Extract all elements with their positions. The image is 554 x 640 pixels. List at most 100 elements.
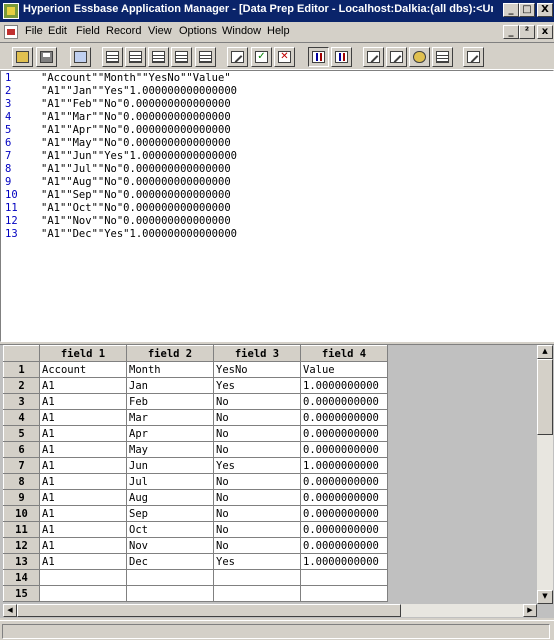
column-header-field-4[interactable]: field 4	[300, 345, 388, 362]
save-file-button[interactable]	[36, 47, 57, 67]
join-fields-button[interactable]	[331, 47, 352, 67]
data-view-button[interactable]	[171, 47, 192, 67]
grid-cell[interactable]: Value	[300, 361, 388, 378]
grid-cell[interactable]: A1	[39, 521, 127, 538]
grid-cell[interactable]: A1	[39, 473, 127, 490]
grid-cell[interactable]: No	[213, 489, 301, 506]
grid-cell[interactable]: No	[213, 521, 301, 538]
grid-cell[interactable]	[213, 569, 301, 586]
grid-cell[interactable]: 0.0000000000	[300, 425, 388, 442]
document-icon[interactable]	[4, 25, 18, 39]
mdi-restore-button[interactable]: ²	[519, 25, 535, 39]
grid-cell[interactable]: Yes	[213, 457, 301, 474]
grid-cell[interactable]: No	[213, 441, 301, 458]
menu-options[interactable]: Options	[179, 25, 217, 37]
replace-button[interactable]	[386, 47, 407, 67]
grid-cell[interactable]	[39, 569, 127, 586]
grid-cell[interactable]: Jan	[126, 377, 214, 394]
mdi-minimize-button[interactable]: _	[503, 25, 519, 39]
row-header[interactable]: 5	[3, 425, 40, 442]
grid-cell[interactable]: 0.0000000000	[300, 521, 388, 538]
text-pane[interactable]: 1 "Account""Month""YesNo""Value" 2 "A1""Ja…	[0, 70, 554, 342]
grid-cell[interactable]: Dec	[126, 553, 214, 570]
row-header[interactable]: 8	[3, 473, 40, 490]
grid-cell[interactable]: 0.0000000000	[300, 441, 388, 458]
field-view-button[interactable]	[125, 47, 146, 67]
mdi-close-button[interactable]: x	[537, 25, 553, 39]
row-header[interactable]: 11	[3, 521, 40, 538]
grid-cell[interactable]: 1.0000000000	[300, 377, 388, 394]
scroll-up-button[interactable]: ▲	[537, 345, 553, 359]
column-header-field-3[interactable]: field 3	[213, 345, 301, 362]
grid-cell[interactable]: Account	[39, 361, 127, 378]
grid-cell[interactable]: A1	[39, 553, 127, 570]
grid-cell[interactable]: 0.0000000000	[300, 505, 388, 522]
data-load-settings-button[interactable]	[432, 47, 453, 67]
grid-cell[interactable]: A1	[39, 377, 127, 394]
menu-view[interactable]: View	[148, 25, 172, 37]
grid-cell[interactable]: A1	[39, 505, 127, 522]
grid-cell[interactable]: No	[213, 409, 301, 426]
row-header[interactable]: 2	[3, 377, 40, 394]
menu-help[interactable]: Help	[267, 25, 290, 37]
grid-cell[interactable]: A1	[39, 441, 127, 458]
essbase-app-icon[interactable]	[3, 3, 19, 19]
menu-record[interactable]: Record	[106, 25, 141, 37]
grid-cell[interactable]: 1.0000000000	[300, 457, 388, 474]
row-header[interactable]: 3	[3, 393, 40, 410]
column-view-button[interactable]	[148, 47, 169, 67]
grid-cell[interactable]: A1	[39, 457, 127, 474]
grid-cell[interactable]	[300, 569, 388, 586]
grid-cell[interactable]: No	[213, 473, 301, 490]
row-header[interactable]: 9	[3, 489, 40, 506]
grid-cell[interactable]: A1	[39, 489, 127, 506]
grid-cell[interactable]	[126, 585, 214, 602]
grid-cell[interactable]	[300, 585, 388, 602]
maximize-button[interactable]: □	[519, 3, 535, 17]
grid-cell[interactable]: Apr	[126, 425, 214, 442]
grid-cell[interactable]: A1	[39, 409, 127, 426]
grid-corner[interactable]	[3, 345, 40, 362]
scroll-left-button[interactable]: ◀	[3, 604, 17, 617]
grid-cell[interactable]: YesNo	[213, 361, 301, 378]
row-header[interactable]: 6	[3, 441, 40, 458]
grid-cell[interactable]: Mar	[126, 409, 214, 426]
grid-cell[interactable]: 0.0000000000	[300, 473, 388, 490]
vertical-scroll-thumb[interactable]	[537, 359, 553, 435]
grid-cell[interactable]: Oct	[126, 521, 214, 538]
row-header[interactable]: 7	[3, 457, 40, 474]
grid-cell[interactable]	[213, 585, 301, 602]
grid-cell[interactable]: Jul	[126, 473, 214, 490]
grid-cell[interactable]: No	[213, 425, 301, 442]
grid-cell[interactable]: Feb	[126, 393, 214, 410]
grid-cell[interactable]: 1.0000000000	[300, 553, 388, 570]
edit-properties-button[interactable]	[227, 47, 248, 67]
grid-cell[interactable]: No	[213, 537, 301, 554]
dimension-build-button[interactable]	[70, 47, 91, 67]
column-header-field-1[interactable]: field 1	[39, 345, 127, 362]
row-header[interactable]: 15	[3, 585, 40, 602]
grid-cell[interactable]	[39, 585, 127, 602]
menu-window[interactable]: Window	[222, 25, 261, 37]
grid-cell[interactable]	[126, 569, 214, 586]
column-header-field-2[interactable]: field 2	[126, 345, 214, 362]
minimize-button[interactable]: _	[503, 3, 519, 17]
delimiter-button[interactable]	[195, 47, 216, 67]
horizontal-scrollbar[interactable]: ◀ ▶	[3, 604, 537, 617]
grid-cell[interactable]: A1	[39, 393, 127, 410]
scroll-right-button[interactable]: ▶	[523, 604, 537, 617]
grid-cell[interactable]: May	[126, 441, 214, 458]
associate-outline-button[interactable]	[409, 47, 430, 67]
row-header[interactable]: 14	[3, 569, 40, 586]
field-properties-button[interactable]	[363, 47, 384, 67]
validate-button[interactable]: ✓	[251, 47, 272, 67]
row-header[interactable]: 4	[3, 409, 40, 426]
row-header[interactable]: 1	[3, 361, 40, 378]
menu-field[interactable]: Field	[76, 25, 100, 37]
vertical-scrollbar[interactable]: ▲ ▼	[537, 345, 553, 604]
grid-cell[interactable]: No	[213, 393, 301, 410]
row-header[interactable]: 10	[3, 505, 40, 522]
grid-cell[interactable]: 0.0000000000	[300, 537, 388, 554]
grid-cell[interactable]: A1	[39, 425, 127, 442]
grid-cell[interactable]: A1	[39, 537, 127, 554]
